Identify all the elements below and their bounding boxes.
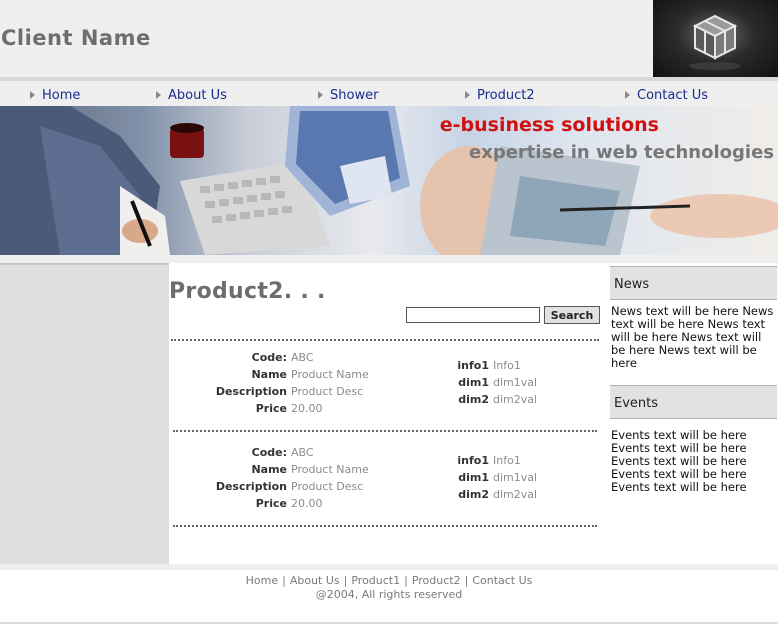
copyright: @2004, All rights reserved (315, 588, 463, 601)
hero-banner: e-business solutions expertise in web te… (0, 106, 778, 255)
product-field-value: Product Desc (291, 480, 364, 493)
product-field-value: dim1val (493, 471, 538, 484)
product-field-value: ABC (291, 446, 314, 459)
arrow-bullet-icon (625, 91, 631, 99)
banner-title: e-business solutions (439, 114, 659, 136)
search-button[interactable]: Search (544, 306, 600, 324)
nav-item-label[interactable]: Contact Us (637, 88, 708, 103)
product-field-label: Description (215, 480, 287, 493)
product-field-value: dim2val (493, 488, 538, 501)
page-title: Product2. . . (169, 279, 326, 304)
product-field-value: ABC (291, 351, 314, 364)
arrow-bullet-icon (318, 91, 324, 99)
footer-link-product2[interactable]: Product2 (412, 574, 461, 587)
arrow-bullet-icon (465, 91, 471, 99)
product-field-value: 20.00 (291, 497, 323, 510)
arrow-bullet-icon (30, 91, 36, 99)
product-field-label: Name (251, 463, 287, 476)
main-nav: Home About Us Shower Product2 Contact Us (0, 81, 778, 106)
footer-separator (0, 564, 778, 570)
footer-link-product1[interactable]: Product1 (351, 574, 400, 587)
footer-links: Home | About Us | Product1 | Product2 | Contact … (0, 574, 778, 587)
banner-subtitle: expertise in web technologies (469, 142, 774, 163)
product-field-label: Price (255, 497, 287, 510)
product-field-label: dim1 (458, 471, 489, 484)
nav-item-shower[interactable]: Shower (318, 87, 378, 103)
product-field-label: info1 (457, 359, 489, 372)
search-input[interactable] (406, 307, 540, 323)
footer-separator-text: | (404, 574, 408, 587)
product-field-label: dim2 (458, 488, 489, 501)
right-sidebar: News News text will be here News text wi… (609, 263, 778, 564)
footer-separator-text: | (343, 574, 348, 587)
news-heading: News (610, 266, 777, 300)
events-heading: Events (610, 385, 777, 419)
nav-item-label[interactable]: Shower (330, 88, 378, 103)
logo-cube-icon (653, 0, 778, 77)
events-line: Events text will be here (611, 480, 747, 494)
product-field-value: Product Name (291, 463, 369, 476)
product-field-value: Product Name (291, 368, 369, 381)
product-field-value: Info1 (493, 359, 521, 372)
divider (173, 430, 597, 432)
product-field-value: dim1val (493, 376, 538, 389)
product-field-label: Price (255, 402, 287, 415)
product-field-label: info1 (457, 454, 489, 467)
product-item: Code: ABC Name Product Name Description … (169, 446, 609, 526)
product-field-label: dim2 (458, 393, 489, 406)
footer-link-about-us[interactable]: About Us (290, 574, 340, 587)
main-content: Product2. . . Search Code: ABC Name Prod… (169, 263, 609, 564)
banner-separator (0, 255, 778, 263)
nav-item-label[interactable]: About Us (168, 88, 227, 103)
footer-link-contact-us[interactable]: Contact Us (472, 574, 532, 587)
arrow-bullet-icon (156, 91, 162, 99)
header: Client Name (0, 0, 778, 77)
banner-photo (0, 106, 778, 255)
product-field-value: dim2val (493, 393, 538, 406)
nav-item-label[interactable]: Home (42, 88, 80, 103)
divider (171, 339, 599, 341)
news-text: News text will be here News text will be… (611, 304, 774, 370)
product-item: Code: ABC Name Product Name Description … (169, 351, 609, 431)
product-field-value: Info1 (493, 454, 521, 467)
product-field-label: Code: (251, 446, 287, 459)
client-name: Client Name (1, 26, 151, 50)
nav-item-label[interactable]: Product2 (477, 88, 535, 103)
nav-item-product2[interactable]: Product2 (465, 87, 535, 103)
product-field-label: Description (215, 385, 287, 398)
footer-separator-text: | (464, 574, 469, 587)
events-list: Events text will be here Events text wil… (611, 429, 777, 494)
nav-item-contact-us[interactable]: Contact Us (625, 87, 708, 103)
nav-item-home[interactable]: Home (30, 87, 80, 103)
footer-separator-text: | (282, 574, 286, 587)
product-field-value: Product Desc (291, 385, 364, 398)
product-field-value: 20.00 (291, 402, 323, 415)
divider (173, 525, 597, 527)
left-sidebar (0, 263, 169, 564)
product-field-label: dim1 (458, 376, 489, 389)
product-field-label: Name (251, 368, 287, 381)
footer-link-home[interactable]: Home (246, 574, 278, 587)
nav-item-about-us[interactable]: About Us (156, 87, 227, 103)
product-field-label: Code: (251, 351, 287, 364)
